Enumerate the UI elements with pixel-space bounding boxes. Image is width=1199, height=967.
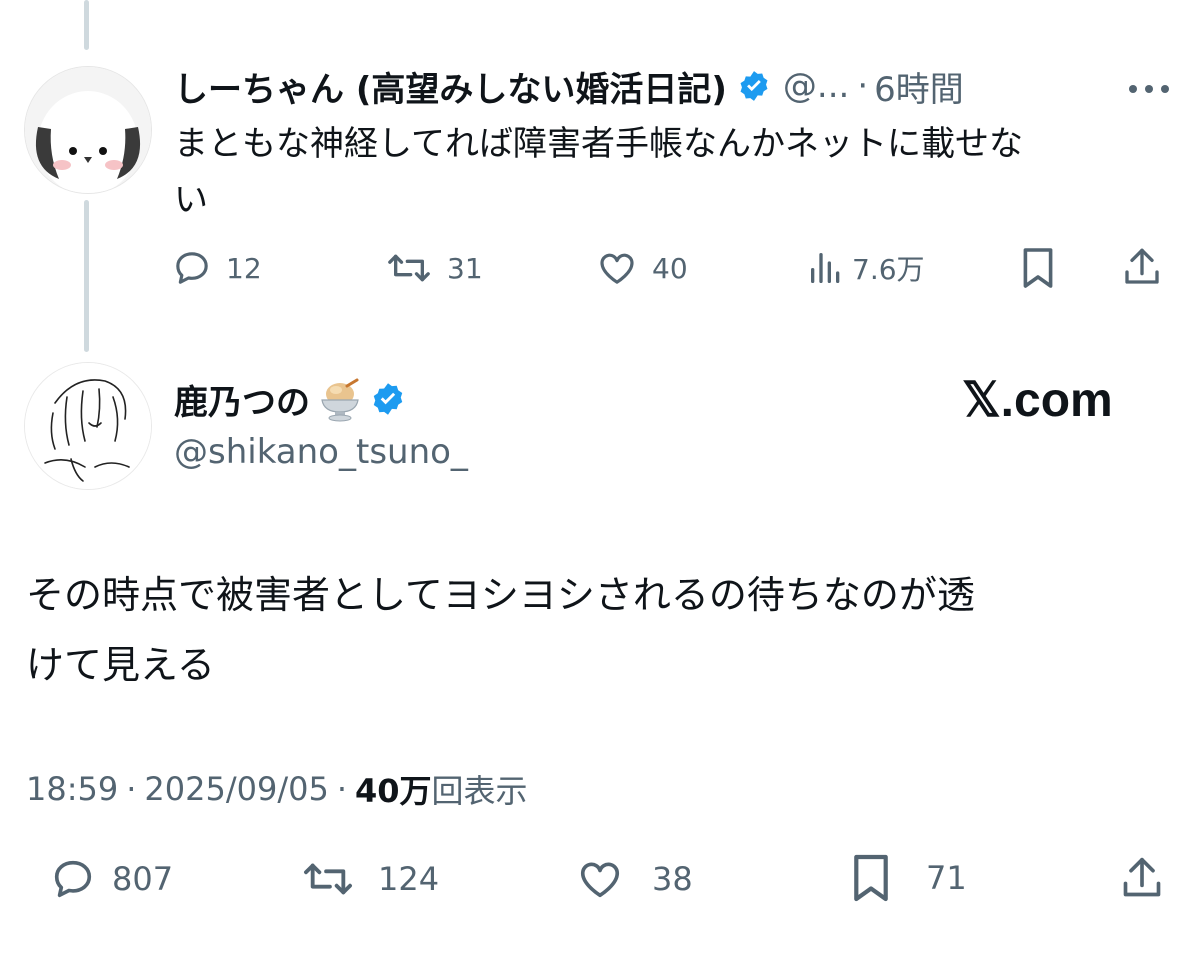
parent-reply-count: 12 — [226, 251, 262, 285]
main-share-button[interactable] — [1120, 852, 1164, 904]
reply-icon — [54, 860, 92, 898]
heart-icon — [600, 253, 634, 284]
parent-share-button[interactable] — [1122, 244, 1162, 290]
parent-like-button[interactable]: 40 — [596, 248, 688, 288]
main-tweet-name-row: 鹿乃つの — [174, 374, 406, 424]
bookmark-icon — [1023, 248, 1053, 288]
main-like-count: 38 — [652, 860, 693, 898]
bird-avatar-icon — [25, 67, 151, 193]
parent-like-count: 40 — [652, 251, 688, 285]
main-reply-button[interactable]: 807 — [50, 856, 173, 902]
thread-line-bottom — [84, 200, 89, 352]
retweet-icon — [304, 863, 352, 895]
parent-tweet-header: しーちゃん (高望みしない婚活日記) @... · 6時間 — [174, 62, 964, 111]
parent-reply-button[interactable]: 12 — [172, 248, 262, 288]
share-upload-icon — [1125, 248, 1159, 284]
bookmark-icon — [854, 854, 888, 902]
retweet-icon — [388, 254, 430, 282]
x-com-watermark: 𝕏.com — [962, 374, 1113, 427]
main-tweet-meta: 18:59 · 2025/09/05 · 40万 回表示 — [26, 766, 528, 812]
main-reply-count: 807 — [112, 860, 174, 898]
parent-separator: · — [857, 66, 869, 106]
share-upload-icon — [1123, 857, 1161, 897]
main-retweet-button[interactable]: 124 — [300, 856, 439, 902]
main-tweet-text-line1: その時点で被害者としてヨシヨシされるの待ちなのが透 — [26, 573, 975, 617]
ice-cream-bowl-icon — [316, 376, 362, 422]
verified-badge-icon — [737, 69, 771, 103]
heart-icon — [580, 862, 620, 898]
main-time[interactable]: 18:59 — [26, 770, 118, 808]
view-count: 40万 — [355, 772, 432, 810]
main-like-button[interactable]: 38 — [576, 856, 693, 902]
main-handle[interactable]: @shikano_tsuno_ — [174, 432, 468, 472]
meta-separator-1: · — [126, 770, 137, 808]
avatar-shi-chan[interactable] — [24, 66, 152, 194]
parent-tweet-text-line2: い — [174, 180, 208, 220]
meta-separator-2: · — [336, 770, 347, 808]
thread-line-top — [84, 0, 89, 50]
avatar-shikano-tsuno[interactable] — [24, 362, 152, 490]
main-retweet-count: 124 — [378, 860, 440, 898]
parent-tweet-text-line1: まともな神経してれば障害者手帳なんかネットに載せな — [174, 124, 1023, 164]
parent-views-button[interactable]: 7.6万 — [808, 248, 925, 288]
sketch-avatar-icon — [25, 363, 151, 489]
verified-badge-icon — [370, 381, 406, 417]
views-chart-icon — [811, 253, 840, 283]
parent-bookmark-button[interactable] — [1020, 246, 1056, 290]
parent-views-count: 7.6万 — [852, 253, 925, 286]
parent-retweet-button[interactable]: 31 — [385, 248, 483, 288]
main-bookmark-button[interactable]: 71 — [850, 852, 967, 904]
more-dots-icon[interactable] — [1128, 80, 1170, 99]
reply-icon — [176, 252, 208, 284]
parent-display-name[interactable]: しーちゃん (高望みしない婚活日記) — [174, 62, 727, 111]
main-bookmark-count: 71 — [926, 859, 967, 897]
main-display-name[interactable]: 鹿乃つの — [174, 375, 310, 424]
parent-time[interactable]: 6時間 — [874, 62, 964, 111]
main-tweet-text-line2: けて見える — [26, 643, 215, 687]
main-date[interactable]: 2025/09/05 — [144, 770, 328, 808]
view-label: 回表示 — [431, 772, 528, 810]
parent-handle[interactable]: @... — [783, 66, 849, 106]
parent-retweet-count: 31 — [447, 251, 483, 285]
